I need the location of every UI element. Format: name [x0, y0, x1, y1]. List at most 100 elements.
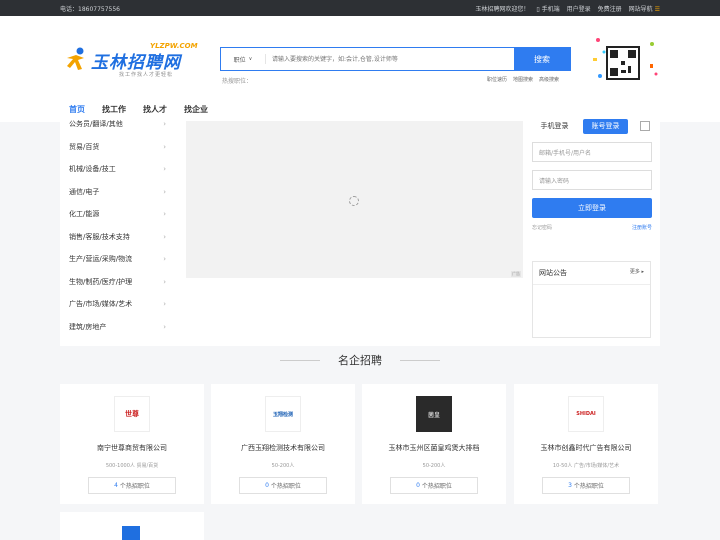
divider — [280, 359, 320, 361]
category-item[interactable]: 机械/设备/技工 › — [60, 158, 178, 181]
banner-slider[interactable]: 广告 — [186, 121, 523, 278]
category-label: 贸易/百货 — [69, 142, 100, 151]
company-meta: 10-50人 广告/市场/媒体/艺术 — [552, 463, 620, 469]
category-list: 公务员/翻译/其他 › 贸易/百货 › 机械/设备/技工 › 通信/电子 › 化工/能源 › 销售/… — [60, 113, 178, 338]
hot-jobs-button[interactable]: 0 个热招职位 — [390, 477, 478, 494]
category-item[interactable]: 生物/制药/医疗/护理 › — [60, 271, 178, 294]
header-link[interactable]: 职位速历 — [487, 76, 507, 83]
company-logo: SHIDAI — [568, 396, 604, 432]
phone-icon: ▯ — [536, 5, 540, 13]
category-label: 化工/能源 — [69, 210, 100, 219]
category-item[interactable]: 通信/电子 › — [60, 181, 178, 204]
login-link[interactable]: 用户登录 — [567, 4, 591, 13]
search-type-select[interactable]: 职位 ∨ — [221, 48, 265, 70]
company-logo: 菌皇 — [416, 396, 452, 432]
jobs-label: 个热招职位 — [119, 483, 150, 490]
header-link[interactable]: 地图搜索 — [513, 76, 533, 83]
notice-more-link[interactable]: 更多 ▸ — [630, 268, 644, 278]
loading-spinner-icon — [349, 196, 359, 206]
jobs-label: 个热招职位 — [573, 483, 604, 490]
forgot-password-link[interactable]: 忘记密码 — [532, 224, 552, 231]
divider — [400, 359, 440, 361]
qr-login-icon[interactable] — [640, 121, 650, 131]
jobs-count: 0 — [416, 482, 420, 489]
section-title: 名企招聘 — [338, 354, 382, 367]
category-label: 生物/制药/医疗/护理 — [69, 277, 133, 286]
search-bar: 职位∨ 搜索 — [220, 47, 571, 71]
company-card[interactable]: SHIDAI 玉林市创鑫时代广告有限公司 10-50人 广告/市场/媒体/艺术 3 个热… — [514, 384, 658, 504]
chevron-right-icon: › — [163, 255, 166, 264]
register-link[interactable]: 免费注册 — [598, 4, 622, 13]
category-item[interactable]: 公务员/翻译/其他 › — [60, 113, 178, 136]
category-label: 机械/设备/技工 — [69, 165, 116, 174]
header-links: 职位速历 地图搜索 高级搜索 — [487, 76, 559, 83]
chevron-right-icon: › — [163, 232, 166, 241]
password-field[interactable]: 请输入密码 — [532, 170, 652, 190]
mobile-link[interactable]: ▯ 手机端 — [536, 4, 559, 13]
category-item[interactable]: 生产/营运/采购/物流 › — [60, 248, 178, 271]
category-item[interactable]: 销售/客服/技术支持 › — [60, 226, 178, 249]
company-name[interactable]: 玉林市创鑫时代广告有限公司 — [514, 443, 658, 453]
runner-icon — [67, 47, 84, 70]
category-label: 公务员/翻译/其他 — [69, 120, 123, 129]
company-card[interactable]: 世尊 南宁世尊商贸有限公司 500-1000人 贸易/百货 4 个热招职位 — [60, 384, 204, 504]
phone-text: 电话：18607757556 — [60, 5, 120, 13]
login-box: 手机登录 账号登录 邮箱/手机号/用户名 请输入密码 立即登录 忘记密码 注册账… — [532, 118, 652, 231]
menu-icon: ☰ — [654, 5, 660, 13]
chevron-right-icon: › — [163, 142, 166, 151]
company-card[interactable]: 菌皇玉林市玉州区菌皇鸡煲大排档 50-200人 0 个热招职位 — [362, 384, 506, 504]
logo-slogan: 找工作找人才更轻松 — [119, 72, 174, 78]
username-field[interactable]: 邮箱/手机号/用户名 — [532, 142, 652, 162]
jobs-label: 个热招职位 — [270, 483, 301, 490]
jobs-label: 个热招职位 — [421, 483, 452, 490]
category-item[interactable]: 贸易/百货 › — [60, 136, 178, 159]
company-name[interactable]: 南宁世尊商贸有限公司 — [60, 443, 204, 453]
company-logo: 玉翔检测 — [265, 396, 301, 432]
qr-code — [606, 46, 640, 80]
chevron-right-icon: › — [163, 187, 166, 196]
site-nav-link[interactable]: 网站导航 ☰ — [629, 4, 660, 13]
category-label: 生产/营运/采购/物流 — [69, 255, 133, 264]
tab-phone-login[interactable]: 手机登录 — [532, 119, 577, 134]
top-bar: 电话：18607757556 玉林招聘网欢迎您！ ▯ 手机端 用户登录 免费注册… — [0, 0, 720, 16]
company-meta: 500-1000人 贸易/百货 — [105, 463, 159, 469]
category-item[interactable]: 建筑/房地产 › — [60, 316, 178, 339]
hot-search-label: 热搜职位： — [222, 78, 253, 85]
search-input[interactable] — [265, 54, 514, 64]
jobs-count: 0 — [265, 482, 269, 489]
company-name[interactable]: 广西玉翔检测技术有限公司 — [211, 443, 355, 453]
category-label: 广告/市场/媒体/艺术 — [69, 300, 133, 309]
logo-text: 玉林招聘网 — [91, 53, 181, 73]
company-meta: 50-200人 — [422, 463, 446, 469]
header-link[interactable]: 高级搜索 — [539, 76, 559, 83]
chevron-right-icon: › — [163, 322, 166, 331]
login-button[interactable]: 立即登录 — [532, 198, 652, 218]
chevron-right-icon: › — [163, 165, 166, 174]
company-card[interactable]: 玉翔检测 广西玉翔检测技术有限公司 50-200人 0 个热招职位 — [211, 384, 355, 504]
signup-link[interactable]: 注册账号 — [632, 224, 652, 231]
category-label: 建筑/房地产 — [69, 322, 107, 331]
hot-jobs-button[interactable]: 3 个热招职位 — [542, 477, 630, 494]
chevron-down-icon: ∨ — [248, 56, 253, 62]
chevron-right-icon: › — [163, 120, 166, 129]
category-item[interactable]: 广告/市场/媒体/艺术 › — [60, 293, 178, 316]
ad-badge: 广告 — [511, 271, 521, 277]
welcome-text: 玉林招聘网欢迎您！ — [475, 5, 530, 13]
hot-jobs-button[interactable]: 0 个热招职位 — [239, 477, 327, 494]
category-label: 销售/客服/技术支持 — [69, 232, 130, 241]
chevron-right-icon: › — [163, 210, 166, 219]
company-name[interactable]: 玉林市玉州区菌皇鸡煲大排档 — [362, 443, 506, 453]
chevron-right-icon: › — [163, 300, 166, 309]
jobs-count: 3 — [568, 482, 572, 489]
header: YLZPW.COM 玉林招聘网 找工作找人才更轻松 职位∨ 搜索 热搜职位： 职… — [0, 16, 720, 106]
category-label: 通信/电子 — [69, 187, 100, 196]
category-item[interactable]: 化工/能源 › — [60, 203, 178, 226]
notice-panel: 网站公告 更多 ▸ — [532, 261, 651, 338]
jobs-count: 4 — [114, 482, 118, 489]
hot-jobs-button[interactable]: 4 个热招职位 — [88, 477, 176, 494]
search-button[interactable]: 搜索 — [514, 48, 570, 70]
tab-account-login[interactable]: 账号登录 — [583, 118, 628, 134]
chevron-right-icon: › — [163, 277, 166, 286]
site-logo[interactable]: YLZPW.COM 玉林招聘网 找工作找人才更轻松 — [64, 42, 214, 82]
company-card-partial[interactable] — [60, 512, 204, 540]
